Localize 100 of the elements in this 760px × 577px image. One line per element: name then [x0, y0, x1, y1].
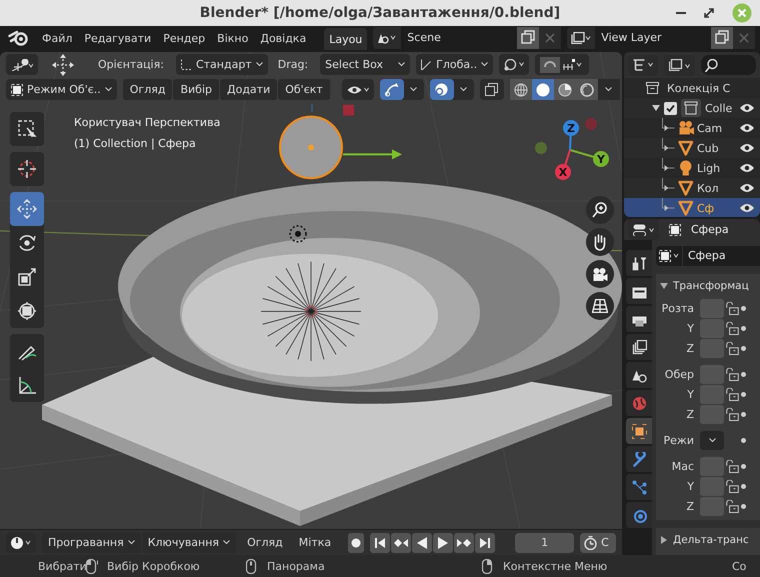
scene-name-field[interactable]: Scene [401, 27, 518, 49]
play-button[interactable] [433, 532, 454, 552]
start-frame-field[interactable]: С [601, 536, 609, 549]
menu-item[interactable]: Вікно [211, 32, 254, 44]
lock-icon[interactable] [726, 302, 739, 314]
lock-icon[interactable] [726, 460, 739, 472]
keyframe-dot-icon[interactable] [741, 464, 746, 468]
value-field[interactable] [700, 496, 724, 516]
eye-icon[interactable] [740, 183, 754, 193]
keyframe-dot-icon[interactable] [741, 306, 746, 310]
lock-icon[interactable] [726, 322, 739, 334]
jump-start-button[interactable] [370, 532, 390, 552]
keyframe-dot-icon[interactable] [741, 438, 746, 442]
value-field[interactable] [700, 338, 724, 358]
lock-icon[interactable] [726, 500, 739, 512]
eye-icon[interactable] [740, 163, 754, 173]
eye-icon[interactable] [740, 143, 754, 153]
eye-icon[interactable] [740, 203, 754, 213]
keyframe-dot-icon[interactable] [741, 346, 746, 350]
wireframe-shading-button[interactable] [510, 79, 532, 100]
blender-logo-icon[interactable] [8, 30, 28, 46]
lock-icon[interactable] [726, 342, 739, 354]
filter-dropdown[interactable] [664, 54, 695, 76]
tool-tab[interactable] [626, 250, 652, 276]
material-shading-button[interactable] [554, 79, 576, 100]
move-tool[interactable] [10, 192, 44, 226]
current-frame-field[interactable]: 1 [515, 532, 574, 552]
value-field[interactable] [700, 384, 724, 404]
mode-dropdown[interactable]: Режим Об'є.. [6, 79, 117, 100]
viewport-menu[interactable]: Додати [220, 79, 278, 100]
value-field[interactable] [700, 298, 724, 318]
restore-icon[interactable] [704, 8, 714, 18]
lock-icon[interactable] [726, 408, 739, 420]
stopwatch-icon[interactable] [584, 536, 598, 550]
scene-tab[interactable] [626, 362, 652, 388]
checkbox[interactable] [664, 102, 677, 114]
viewport-menu[interactable]: Об'єкт [278, 79, 330, 100]
value-field[interactable] [700, 456, 724, 476]
eye-icon[interactable] [740, 103, 754, 113]
drag-dropdown[interactable]: Select Box [320, 54, 410, 75]
menu-item[interactable]: Файл [36, 32, 78, 44]
jump-end-button[interactable] [475, 532, 496, 552]
zoom-button[interactable] [586, 196, 614, 224]
value-field[interactable] [700, 476, 724, 496]
menu-item[interactable]: Редагувати [78, 32, 158, 44]
pan-button[interactable] [586, 228, 614, 256]
overlay-toggle[interactable] [430, 79, 454, 100]
output-tab[interactable] [626, 306, 652, 332]
axis-handle[interactable]: Y [570, 149, 609, 167]
eye-icon[interactable] [740, 123, 754, 133]
view-layer-name-field[interactable]: View Layer [595, 27, 712, 49]
gizmo-toggle[interactable] [380, 79, 404, 100]
play-reverse-button[interactable] [412, 532, 432, 552]
snap-dropdown[interactable] [535, 54, 590, 75]
object-name-field[interactable]: Сфера [683, 246, 760, 266]
viewport-menu[interactable]: Огляд [122, 79, 172, 100]
viewport-menu[interactable]: Вибір [173, 79, 219, 100]
display-mode-dropdown[interactable] [628, 54, 658, 76]
disclosure-triangle-icon[interactable] [652, 105, 660, 111]
lock-icon[interactable] [726, 388, 739, 400]
next-keyframe-button[interactable] [454, 532, 474, 552]
outliner-row[interactable]: Сф [624, 198, 760, 217]
modifier-tab[interactable] [626, 446, 652, 472]
axis-dot-icon[interactable] [535, 142, 547, 154]
solid-shading-button[interactable] [532, 79, 554, 100]
render-tab[interactable] [626, 278, 652, 304]
timeline-menu[interactable]: Мітка [294, 536, 336, 549]
minimize-icon[interactable] [676, 11, 686, 15]
previous-keyframe-button[interactable] [391, 532, 412, 552]
transform-orientation-dropdown[interactable]: Глоба.. [416, 54, 494, 75]
tool-settings-button[interactable] [6, 54, 38, 75]
value-field[interactable] [700, 364, 724, 384]
physics-tab[interactable] [626, 502, 652, 528]
outliner-item[interactable]: Colle [705, 102, 732, 114]
visibility-dropdown[interactable] [342, 79, 374, 100]
value-field[interactable] [700, 318, 724, 338]
orientation-dropdown[interactable]: Стандарт [176, 54, 268, 75]
editor-type-dropdown[interactable] [6, 532, 36, 553]
outliner-item[interactable]: Колекція С [667, 82, 730, 94]
keyframe-dot-icon[interactable] [741, 392, 746, 396]
menu-item[interactable]: Рендер [157, 32, 212, 44]
panel-header[interactable]: Дельта-транс [656, 528, 760, 552]
keyframe-dot-icon[interactable] [741, 484, 746, 488]
lock-icon[interactable] [726, 368, 739, 380]
workspace-tab[interactable]: Layou [324, 28, 368, 50]
duplicate-icon[interactable] [711, 27, 734, 49]
keyframe-dot-icon[interactable] [741, 412, 746, 416]
mode-dropdown[interactable] [700, 430, 724, 450]
outliner-row[interactable]: Cam [624, 118, 760, 138]
search-field[interactable] [701, 55, 756, 75]
object-tab[interactable] [626, 418, 652, 444]
rendered-shading-button[interactable] [576, 79, 598, 100]
particles-tab[interactable] [626, 474, 652, 500]
keyframe-dot-icon[interactable] [741, 372, 746, 376]
value-field[interactable] [700, 404, 724, 424]
object-type-dropdown[interactable] [656, 246, 683, 266]
pivot-dropdown[interactable] [499, 54, 530, 75]
timeline-menu[interactable]: Огляд [242, 536, 288, 549]
record-button[interactable] [348, 532, 364, 552]
lock-icon[interactable] [726, 480, 739, 492]
